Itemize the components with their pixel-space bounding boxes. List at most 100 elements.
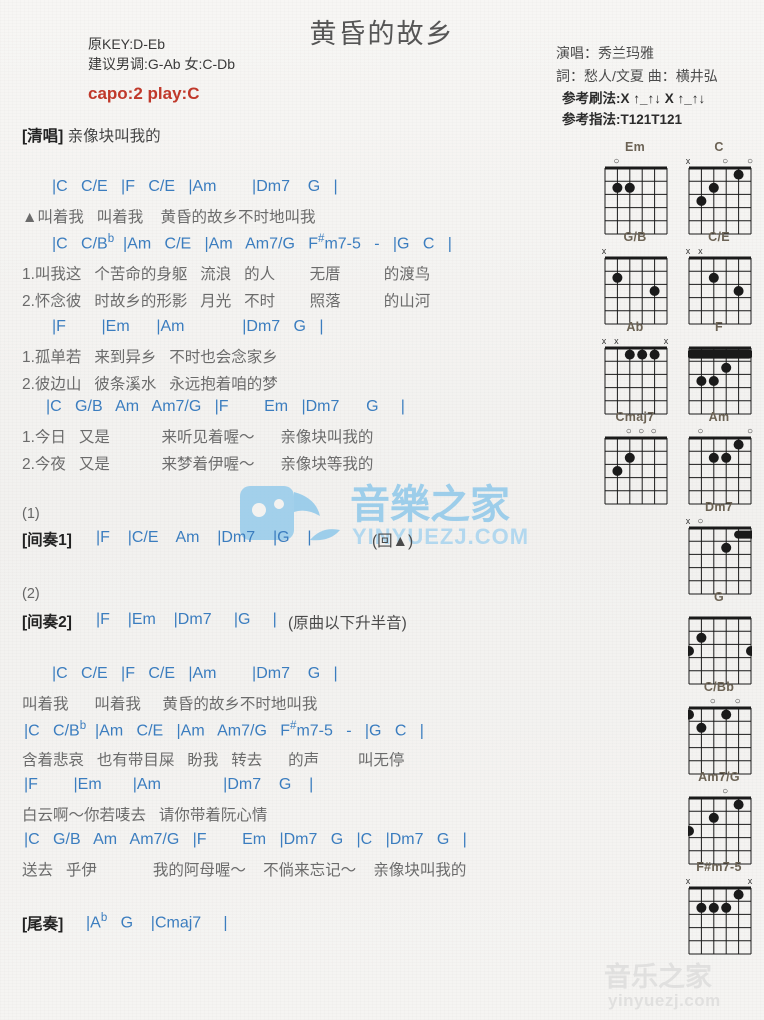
chord-diagram-g: G — [680, 590, 758, 685]
fretboard-grid — [688, 616, 752, 685]
open-string-icon: ○ — [734, 696, 741, 707]
chord-diagram-markers: xxx — [596, 337, 674, 346]
fretboard-grid — [604, 436, 668, 505]
open-string-icon: ○ — [709, 696, 716, 707]
suggested-key: 建议男调:G-Ab 女:C-Db — [88, 56, 236, 72]
chord-diagram-g-b: G/B x — [596, 230, 674, 325]
chord-diagram-name: Ab — [626, 320, 644, 334]
chord-diagram-f: F — [680, 320, 758, 415]
chord-diagram-name: Am7/G — [698, 770, 740, 784]
chord-diagram-c-e: C/E x x — [680, 230, 758, 325]
chord-diagram-markers: x ○ ○ — [680, 156, 758, 167]
lyric-line-7: 2.今夜 又是 来梦着伊喔～ 亲像块等我的 — [22, 456, 374, 473]
chord-diagram-cmaj7: Cmaj7 ○ ○ ○ — [596, 410, 674, 505]
muted-string-icon: x — [747, 876, 753, 886]
section-intro-lyric: 亲像块叫我的 — [67, 128, 161, 145]
fretboard-grid — [604, 256, 668, 325]
writer-credit: 詞：愁人/文夏 曲：横井弘 — [556, 68, 718, 84]
chord-diagram-name: F — [715, 320, 723, 334]
section-outro-tag: [尾奏] — [22, 916, 64, 933]
muted-string-icon: x — [663, 336, 669, 346]
open-string-icon: ○ — [613, 156, 620, 167]
chord-diagram-name: G — [713, 590, 725, 604]
key-info-block: 原KEY:D-Eb 建议男调:G-Ab 女:C-Db — [88, 34, 235, 74]
chord-line-6c: m7-5 - |G C | — [296, 722, 424, 740]
section-intro: [清唱] 亲像块叫我的 — [22, 124, 161, 146]
lyric-line-2: 1.叫我这 个苦命的身躯 流浪 的人 无厝 的渡鸟 — [22, 266, 431, 283]
lyric-line-10: 白云啊～你若唛去 请你带着阮心情 — [22, 807, 268, 824]
lyric-line-3: 2.怀念彼 时故乡的形影 月光 不时 照落 的山河 — [22, 293, 431, 310]
fretboard-grid — [688, 346, 752, 415]
chord-diagram-name: F#m7-5 — [696, 860, 742, 874]
chord-diagram-name: Dm7 — [705, 500, 733, 514]
chord-diagram-name: C/Bb — [703, 680, 735, 694]
repeat-mark-2: (2) — [22, 586, 40, 602]
chord-diagram-name: Am — [708, 410, 730, 424]
chord-diagram-am7-g: Am7/G ○ — [680, 770, 758, 865]
open-string-icon: ○ — [722, 156, 729, 167]
open-string-icon: ○ — [625, 426, 632, 437]
muted-string-icon: x — [601, 246, 607, 256]
lyric-line-1: ▲叫着我 叫着我 黄昏的故乡不时地叫我 — [22, 209, 316, 226]
fretboard-grid — [688, 796, 752, 865]
chord-diagram-name: C/E — [708, 230, 730, 244]
muted-string-icon: x — [685, 156, 691, 166]
muted-string-icon: x — [601, 336, 607, 346]
open-string-icon: ○ — [638, 426, 645, 437]
chord-diagram-name: Cmaj7 — [615, 410, 655, 424]
lyric-line-11: 送去 乎伊 我的阿母喔～ 不倘来忘记～ 亲像块叫我的 — [22, 862, 467, 879]
chord-diagram-markers: ○ ○ ○ — [596, 426, 674, 437]
fretboard-grid — [688, 166, 752, 235]
chord-diagram-c-bb: C/Bb ○ ○ — [680, 680, 758, 775]
chord-diagram-markers: ○ — [596, 156, 674, 167]
chord-diagram-markers: ○ ○ — [680, 426, 758, 437]
fretboard-grid — [604, 346, 668, 415]
fretboard-grid — [688, 256, 752, 325]
chord-diagram-name: G/B — [623, 230, 647, 244]
chord-line-7: |F |Em |Am |Dm7 G | — [24, 776, 314, 793]
muted-string-icon: x — [685, 246, 691, 256]
chord-line-3: |F |Em |Am |Dm7 G | — [52, 318, 324, 335]
open-string-icon: ○ — [697, 426, 704, 437]
chord-diagram-c: Cx ○ ○ — [680, 140, 758, 235]
chord-line-2b: |Am C/E |Am Am7/G F — [114, 235, 319, 253]
chord-diagram-markers: xx — [680, 247, 758, 256]
muted-string-icon: x — [685, 876, 691, 886]
chord-line-8: |C G/B Am Am7/G |F Em |Dm7 G |C |Dm7 G | — [24, 831, 467, 848]
chord-diagram-markers: ○ — [680, 786, 758, 797]
section-interlude-1-tag: [间奏1] — [22, 532, 72, 549]
chord-diagram-markers — [680, 337, 758, 346]
singer-credit: 演唱：秀兰玛雅 — [556, 45, 654, 61]
fretboard-grid — [688, 526, 752, 595]
chord-line-outro-a: |A — [86, 914, 101, 932]
capo-info: capo:2 play:C — [88, 84, 200, 103]
lyric-line-5: 2.彼边山 彼条溪水 永远抱着咱的梦 — [22, 376, 278, 393]
credits-block: 演唱：秀兰玛雅 詞：愁人/文夏 曲：横井弘 — [556, 42, 718, 88]
fretboard-grid — [688, 706, 752, 775]
chord-line-outro-b: G |Cmaj7 | — [107, 914, 228, 932]
section-interlude-2-tag: [间奏2] — [22, 614, 72, 631]
strum-pattern: 参考刷法:X ↑_↑↓ X ↑_↑↓ — [562, 91, 706, 106]
chord-line-interlude-1: |F |C/E Am |Dm7 |G | — [96, 529, 312, 546]
chord-diagram-markers — [680, 607, 758, 616]
chord-diagram-markers: xx — [680, 877, 758, 886]
fingering-pattern: 参考指法:T121T121 — [562, 112, 683, 127]
chord-line-interlude-2: |F |Em |Dm7 |G | — [96, 611, 277, 628]
open-string-icon: ○ — [746, 156, 754, 167]
open-string-icon: ○ — [650, 426, 657, 437]
chord-diagram-ab: Ab x x x — [596, 320, 674, 415]
lyric-line-8: 叫着我 叫着我 黄昏的故乡不时地叫我 — [22, 696, 318, 713]
repeat-mark-1: (1) — [22, 506, 40, 522]
muted-string-icon: x — [685, 516, 691, 526]
fretboard-grid — [688, 436, 752, 505]
chord-line-6a: |C C/B — [24, 722, 80, 740]
chord-diagram-name: C — [714, 140, 724, 154]
muted-string-icon: x — [698, 246, 703, 256]
open-string-icon: ○ — [722, 786, 729, 797]
chord-diagram-name: Em — [624, 140, 646, 154]
lyric-line-4: 1.孤单若 来到异乡 不时也会念家乡 — [22, 349, 278, 366]
chord-line-2c: m7-5 - |G C | — [324, 235, 452, 253]
interlude-2-note: (原曲以下升半音) — [288, 615, 407, 632]
open-string-icon: ○ — [746, 426, 754, 437]
chord-diagram-markers: x — [596, 247, 674, 256]
